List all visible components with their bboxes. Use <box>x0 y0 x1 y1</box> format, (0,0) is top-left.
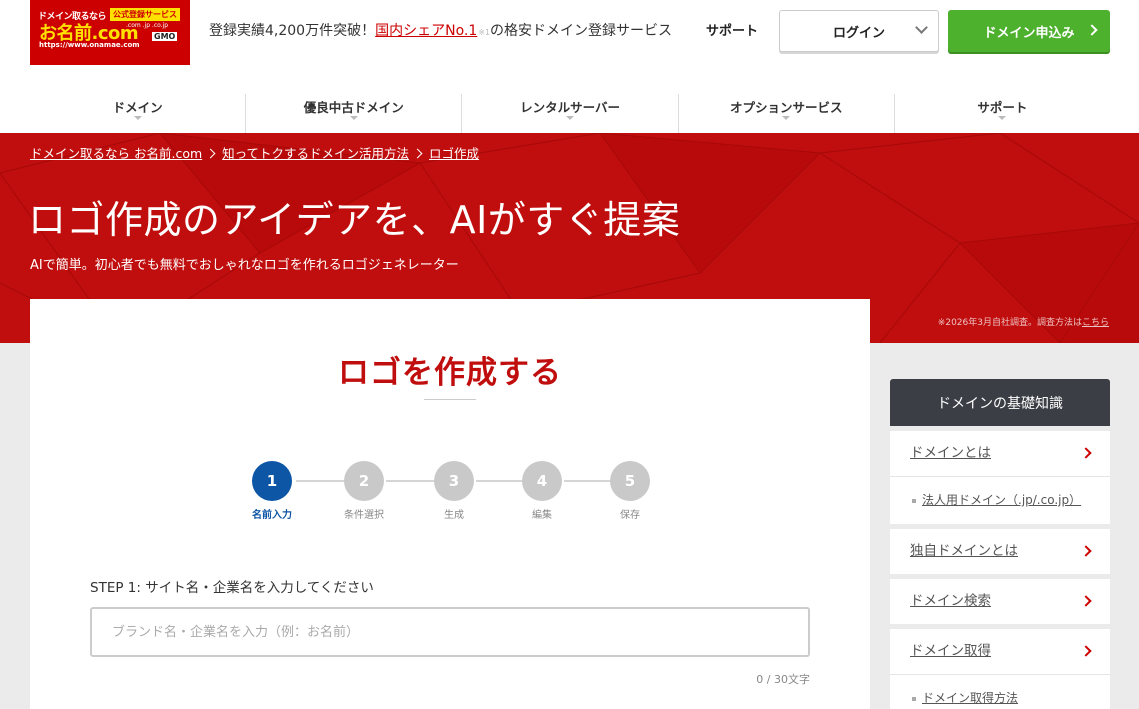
sidebar-group: ドメイン検索 <box>890 579 1110 624</box>
chevron-right-icon <box>412 148 423 159</box>
breadcrumb-home[interactable]: ドメイン取るなら お名前.com <box>30 146 202 161</box>
apply-label: ドメイン申込み <box>983 25 1075 41</box>
gmo-logo: GMO <box>152 32 178 41</box>
header-tagline: 登録実績4,200万件突破！国内シェアNo.1※1の格安ドメイン登録サービス <box>209 20 672 40</box>
page-title: ロゴ作成のアイデアを、AIがすぐ提案 <box>28 198 681 242</box>
step-connector <box>564 480 612 482</box>
sidebar-subitem-corporate-domain[interactable]: 法人用ドメイン（.jp/.co.jp） <box>890 476 1110 524</box>
step-connector <box>386 480 436 482</box>
breadcrumb-tips[interactable]: 知ってトクするドメイン活用方法 <box>222 146 409 161</box>
nav-item-support[interactable]: サポート <box>895 94 1110 133</box>
step-4-label: 編集 <box>532 510 552 521</box>
bullet-icon <box>912 498 916 503</box>
sidebar-group: ドメイン取得 ドメイン取得方法 <box>890 629 1110 709</box>
nav-label: レンタルサーバー <box>520 100 620 115</box>
chevron-right-icon <box>1086 24 1098 36</box>
step-5-label: 保存 <box>620 510 640 521</box>
sidebar-item-domain-search[interactable]: ドメイン検索 <box>890 579 1110 624</box>
chevron-right-icon <box>1080 447 1092 459</box>
site-header: ドメイン取るなら 公式登録サービス お名前.com .com .jp .co.j… <box>0 0 1139 133</box>
step-5-circle: 5 <box>610 461 650 501</box>
breadcrumb-current[interactable]: ロゴ作成 <box>429 146 479 161</box>
breadcrumb: ドメイン取るなら お名前.com 知ってトクするドメイン活用方法 ロゴ作成 <box>30 143 479 162</box>
header-support-link[interactable]: サポート <box>706 20 758 39</box>
tagline-post: の格安ドメイン登録サービス <box>490 23 673 39</box>
step-connector <box>476 480 524 482</box>
sidebar-subitem-label: 法人用ドメイン（.jp/.co.jp） <box>922 493 1082 507</box>
sidebar-item-label: ドメイン取得 <box>910 643 991 659</box>
nav-label: オプションサービス <box>729 100 843 115</box>
sidebar-item-what-is-domain[interactable]: ドメインとは <box>890 431 1110 476</box>
page-subtitle: AIで簡単。初心者でも無料でおしゃれなロゴを作れるロゴジェネレーター <box>30 258 459 273</box>
nav-item-domain[interactable]: ドメイン <box>30 94 247 133</box>
sidebar-item-own-domain[interactable]: 独自ドメインとは <box>890 529 1110 574</box>
sidebar-item-label: ドメイン検索 <box>910 593 991 609</box>
sidebar-item-domain-acquire[interactable]: ドメイン取得 <box>890 629 1110 674</box>
share-no1-link[interactable]: 国内シェアNo.1 <box>375 23 477 39</box>
caret-down-icon <box>566 116 574 120</box>
nav-item-rental-server[interactable]: レンタルサーバー <box>462 94 679 133</box>
caret-down-icon <box>133 116 142 120</box>
sidebar-group: 独自ドメインとは <box>890 529 1110 574</box>
step-2-circle: 2 <box>344 461 384 501</box>
nav-item-option-service[interactable]: オプションサービス <box>679 94 895 133</box>
brand-name-input[interactable] <box>90 607 810 657</box>
chevron-right-icon <box>1080 595 1092 607</box>
caret-down-icon <box>349 116 358 120</box>
survey-note: ※2026年3月自社調査。調査方法はこちら <box>938 315 1109 328</box>
step-3-circle: 3 <box>434 461 474 501</box>
sidebar-heading: ドメインの基礎知識 <box>890 379 1110 426</box>
sidebar-item-label: 独自ドメインとは <box>910 543 1018 559</box>
onamae-logo[interactable]: ドメイン取るなら 公式登録サービス お名前.com .com .jp .co.j… <box>30 0 190 65</box>
step-1-circle: 1 <box>252 461 292 501</box>
logo-creator-card: ロゴを作成する 1 2 3 4 5 名前入力 条件選択 生成 編集 保存 STE… <box>30 299 870 709</box>
tagline-pre: 登録実績4,200万件突破！ <box>209 23 376 39</box>
chevron-down-icon <box>915 21 928 34</box>
login-button[interactable]: ログイン <box>779 10 939 52</box>
sidebar-domain-basics: ドメインの基礎知識 ドメインとは 法人用ドメイン（.jp/.co.jp） 独自ド… <box>890 379 1110 709</box>
step-connector <box>296 480 346 482</box>
logo-url: https://www.onamae.com <box>39 41 140 49</box>
global-nav: ドメイン 優良中古ドメイン レンタルサーバー オプションサービス サポート <box>30 94 1110 133</box>
caret-down-icon <box>782 116 791 120</box>
logo-tlds: .com .jp .co.jp <box>126 22 169 29</box>
bullet-icon <box>912 696 916 701</box>
step-2-label: 条件選択 <box>344 510 384 521</box>
step-1-prompt: STEP 1: サイト名・企業名を入力してください <box>90 580 374 596</box>
caret-down-icon <box>998 116 1007 120</box>
step-indicator: 1 2 3 4 5 名前入力 条件選択 生成 編集 保存 <box>30 299 870 539</box>
chevron-right-icon <box>1080 645 1092 657</box>
sidebar-subitem-label: ドメイン取得方法 <box>922 691 1019 705</box>
step-4-circle: 4 <box>522 461 562 501</box>
login-label: ログイン <box>832 25 885 41</box>
survey-note-text: ※2026年3月自社調査。調査方法は <box>937 318 1082 328</box>
step-1-label: 名前入力 <box>252 510 292 521</box>
survey-method-link[interactable]: こちら <box>1082 318 1109 328</box>
tagline-note: ※1 <box>478 28 491 37</box>
sidebar-group: ドメインとは 法人用ドメイン（.jp/.co.jp） <box>890 431 1110 524</box>
nav-item-used-domain[interactable]: 優良中古ドメイン <box>246 94 463 133</box>
nav-label: 優良中古ドメイン <box>303 100 404 115</box>
char-counter: 0 / 30文字 <box>756 673 810 686</box>
nav-label: ドメイン <box>112 100 163 115</box>
sidebar-subitem-acquire-howto[interactable]: ドメイン取得方法 <box>890 674 1110 709</box>
step-3-label: 生成 <box>444 510 464 521</box>
domain-apply-button[interactable]: ドメイン申込み <box>948 10 1110 52</box>
chevron-right-icon <box>1080 545 1092 557</box>
nav-label: サポート <box>977 100 1028 115</box>
chevron-right-icon <box>205 148 216 159</box>
sidebar-item-label: ドメインとは <box>910 445 991 461</box>
